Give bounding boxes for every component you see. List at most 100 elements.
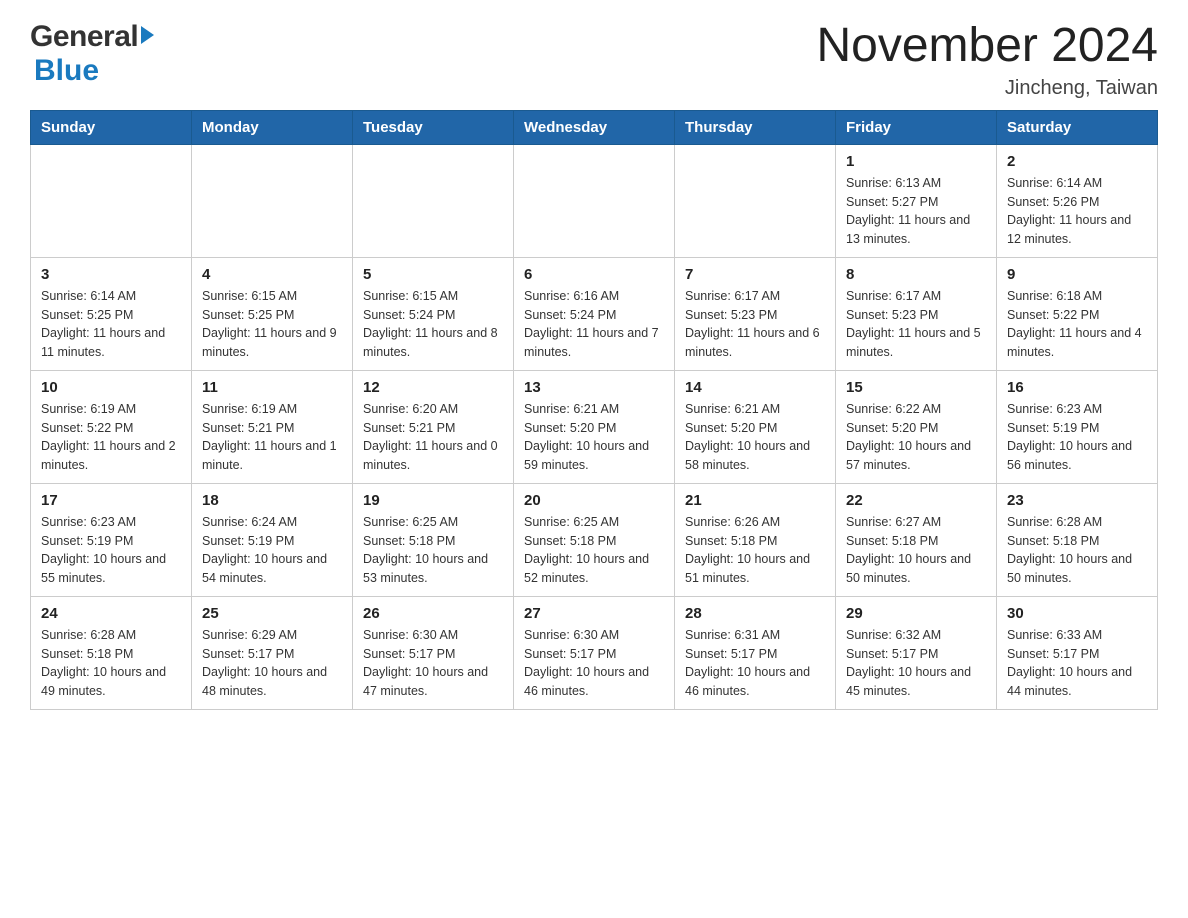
day-number: 17	[41, 492, 181, 509]
day-number: 8	[846, 266, 986, 283]
day-info: Sunrise: 6:28 AMSunset: 5:18 PMDaylight:…	[1007, 513, 1147, 588]
header-cell-wednesday: Wednesday	[514, 110, 675, 144]
day-info: Sunrise: 6:21 AMSunset: 5:20 PMDaylight:…	[524, 400, 664, 475]
week-row-3: 10Sunrise: 6:19 AMSunset: 5:22 PMDayligh…	[31, 370, 1158, 483]
day-cell	[353, 144, 514, 257]
day-number: 11	[202, 379, 342, 396]
day-number: 13	[524, 379, 664, 396]
header-cell-friday: Friday	[836, 110, 997, 144]
day-cell	[675, 144, 836, 257]
day-cell	[31, 144, 192, 257]
day-number: 7	[685, 266, 825, 283]
day-info: Sunrise: 6:32 AMSunset: 5:17 PMDaylight:…	[846, 626, 986, 701]
day-cell: 24 Sunrise: 6:28 AMSunset: 5:18 PMDayligh…	[31, 596, 192, 709]
day-info: Sunrise: 6:16 AMSunset: 5:24 PMDaylight:…	[524, 287, 664, 362]
day-cell: 1Sunrise: 6:13 AMSunset: 5:27 PMDaylight…	[836, 144, 997, 257]
day-number: 27	[524, 605, 664, 622]
title-area: November 2024 Jincheng, Taiwan	[816, 20, 1158, 100]
day-number: 26	[363, 605, 503, 622]
week-row-5: 24 Sunrise: 6:28 AMSunset: 5:18 PMDayligh…	[31, 596, 1158, 709]
day-number: 21	[685, 492, 825, 509]
calendar-title: November 2024	[816, 20, 1158, 73]
day-cell: 2Sunrise: 6:14 AMSunset: 5:26 PMDaylight…	[997, 144, 1158, 257]
calendar-body: 1Sunrise: 6:13 AMSunset: 5:27 PMDaylight…	[31, 144, 1158, 709]
day-info: Sunrise: 6:20 AMSunset: 5:21 PMDaylight:…	[363, 400, 503, 475]
day-number: 28	[685, 605, 825, 622]
day-number: 14	[685, 379, 825, 396]
day-info: Sunrise: 6:28 AMSunset: 5:18 PMDaylight:…	[41, 626, 181, 701]
week-row-1: 1Sunrise: 6:13 AMSunset: 5:27 PMDaylight…	[31, 144, 1158, 257]
day-info: Sunrise: 6:24 AMSunset: 5:19 PMDaylight:…	[202, 513, 342, 588]
day-number: 22	[846, 492, 986, 509]
header-cell-tuesday: Tuesday	[353, 110, 514, 144]
day-cell: 10Sunrise: 6:19 AMSunset: 5:22 PMDayligh…	[31, 370, 192, 483]
day-info: Sunrise: 6:25 AMSunset: 5:18 PMDaylight:…	[363, 513, 503, 588]
day-cell: 14 Sunrise: 6:21 AMSunset: 5:20 PMDayligh…	[675, 370, 836, 483]
day-info: Sunrise: 6:21 AMSunset: 5:20 PMDaylight:…	[685, 400, 825, 475]
day-number: 5	[363, 266, 503, 283]
day-number: 20	[524, 492, 664, 509]
calendar-table: SundayMondayTuesdayWednesdayThursdayFrid…	[30, 110, 1158, 710]
day-cell: 9 Sunrise: 6:18 AMSunset: 5:22 PMDaylight…	[997, 257, 1158, 370]
day-cell: 27 Sunrise: 6:30 AMSunset: 5:17 PMDayligh…	[514, 596, 675, 709]
day-cell: 8Sunrise: 6:17 AMSunset: 5:23 PMDaylight…	[836, 257, 997, 370]
day-info: Sunrise: 6:30 AMSunset: 5:17 PMDaylight:…	[524, 626, 664, 701]
day-cell	[192, 144, 353, 257]
day-info: Sunrise: 6:14 AMSunset: 5:25 PMDaylight:…	[41, 287, 181, 362]
day-number: 24	[41, 605, 181, 622]
day-number: 12	[363, 379, 503, 396]
day-number: 9	[1007, 266, 1147, 283]
day-info: Sunrise: 6:17 AMSunset: 5:23 PMDaylight:…	[685, 287, 825, 362]
day-info: Sunrise: 6:27 AMSunset: 5:18 PMDaylight:…	[846, 513, 986, 588]
calendar-header: SundayMondayTuesdayWednesdayThursdayFrid…	[31, 110, 1158, 144]
header-cell-thursday: Thursday	[675, 110, 836, 144]
day-cell: 20Sunrise: 6:25 AMSunset: 5:18 PMDayligh…	[514, 483, 675, 596]
header-cell-monday: Monday	[192, 110, 353, 144]
day-cell: 16 Sunrise: 6:23 AMSunset: 5:19 PMDayligh…	[997, 370, 1158, 483]
day-number: 4	[202, 266, 342, 283]
day-cell: 26 Sunrise: 6:30 AMSunset: 5:17 PMDayligh…	[353, 596, 514, 709]
day-info: Sunrise: 6:14 AMSunset: 5:26 PMDaylight:…	[1007, 174, 1147, 249]
day-info: Sunrise: 6:13 AMSunset: 5:27 PMDaylight:…	[846, 174, 986, 249]
day-number: 23	[1007, 492, 1147, 509]
header-cell-saturday: Saturday	[997, 110, 1158, 144]
week-row-2: 3 Sunrise: 6:14 AMSunset: 5:25 PMDaylight…	[31, 257, 1158, 370]
day-info: Sunrise: 6:33 AMSunset: 5:17 PMDaylight:…	[1007, 626, 1147, 701]
logo-general-text: General	[30, 20, 138, 54]
day-info: Sunrise: 6:23 AMSunset: 5:19 PMDaylight:…	[1007, 400, 1147, 475]
day-info: Sunrise: 6:15 AMSunset: 5:25 PMDaylight:…	[202, 287, 342, 362]
day-number: 18	[202, 492, 342, 509]
day-cell	[514, 144, 675, 257]
day-info: Sunrise: 6:26 AMSunset: 5:18 PMDaylight:…	[685, 513, 825, 588]
day-info: Sunrise: 6:30 AMSunset: 5:17 PMDaylight:…	[363, 626, 503, 701]
week-row-4: 17 Sunrise: 6:23 AMSunset: 5:19 PMDayligh…	[31, 483, 1158, 596]
day-cell: 3 Sunrise: 6:14 AMSunset: 5:25 PMDaylight…	[31, 257, 192, 370]
day-number: 3	[41, 266, 181, 283]
calendar-subtitle: Jincheng, Taiwan	[816, 77, 1158, 100]
day-cell: 11 Sunrise: 6:19 AMSunset: 5:21 PMDayligh…	[192, 370, 353, 483]
day-cell: 7 Sunrise: 6:17 AMSunset: 5:23 PMDaylight…	[675, 257, 836, 370]
day-info: Sunrise: 6:19 AMSunset: 5:21 PMDaylight:…	[202, 400, 342, 475]
day-cell: 18 Sunrise: 6:24 AMSunset: 5:19 PMDayligh…	[192, 483, 353, 596]
day-number: 29	[846, 605, 986, 622]
day-info: Sunrise: 6:22 AMSunset: 5:20 PMDaylight:…	[846, 400, 986, 475]
day-info: Sunrise: 6:31 AMSunset: 5:17 PMDaylight:…	[685, 626, 825, 701]
day-number: 15	[846, 379, 986, 396]
logo-blue-text: Blue	[34, 54, 99, 87]
day-cell: 23 Sunrise: 6:28 AMSunset: 5:18 PMDayligh…	[997, 483, 1158, 596]
day-number: 25	[202, 605, 342, 622]
day-info: Sunrise: 6:18 AMSunset: 5:22 PMDaylight:…	[1007, 287, 1147, 362]
day-cell: 28 Sunrise: 6:31 AMSunset: 5:17 PMDayligh…	[675, 596, 836, 709]
day-number: 6	[524, 266, 664, 283]
day-cell: 6 Sunrise: 6:16 AMSunset: 5:24 PMDaylight…	[514, 257, 675, 370]
day-cell: 13 Sunrise: 6:21 AMSunset: 5:20 PMDayligh…	[514, 370, 675, 483]
day-cell: 21 Sunrise: 6:26 AMSunset: 5:18 PMDayligh…	[675, 483, 836, 596]
day-cell: 22 Sunrise: 6:27 AMSunset: 5:18 PMDayligh…	[836, 483, 997, 596]
day-cell: 30Sunrise: 6:33 AMSunset: 5:17 PMDayligh…	[997, 596, 1158, 709]
day-cell: 19Sunrise: 6:25 AMSunset: 5:18 PMDayligh…	[353, 483, 514, 596]
day-info: Sunrise: 6:23 AMSunset: 5:19 PMDaylight:…	[41, 513, 181, 588]
day-cell: 29 Sunrise: 6:32 AMSunset: 5:17 PMDayligh…	[836, 596, 997, 709]
day-info: Sunrise: 6:19 AMSunset: 5:22 PMDaylight:…	[41, 400, 181, 475]
day-number: 16	[1007, 379, 1147, 396]
logo-arrow-icon	[141, 26, 154, 44]
